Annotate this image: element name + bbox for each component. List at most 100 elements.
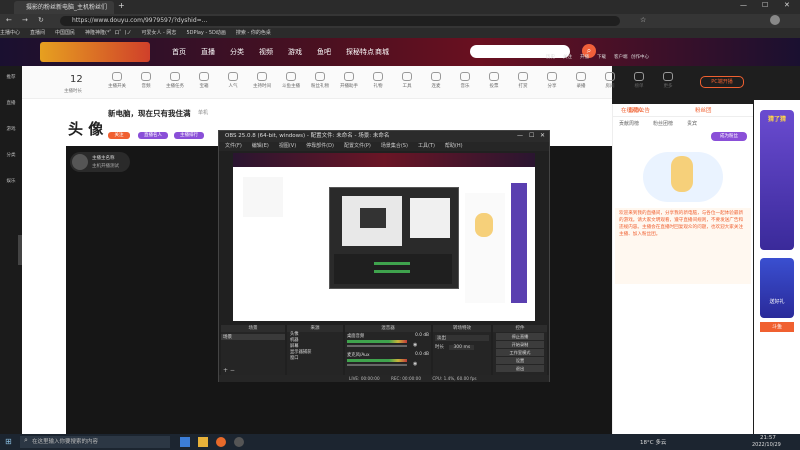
minimize-icon[interactable]: — [740,1,747,9]
obs-menu-item[interactable]: 停靠部件(D) [306,143,334,149]
control-button[interactable]: 开始录制 [496,341,544,348]
toolbar-item[interactable]: 礼物 [363,72,393,89]
toolbar-item[interactable]: 分享 [537,72,567,89]
obs-menu-item[interactable]: 文件(F) [225,143,242,149]
duration-input[interactable]: 300 ms [449,345,475,350]
nav-item[interactable]: 直播 [201,47,215,57]
tag-badge[interactable]: 主播排行 [174,132,204,139]
scene-add-icon[interactable]: + − [223,367,235,374]
obs-menu-item[interactable]: 视图(V) [279,143,296,149]
reload-icon[interactable]: ↻ [38,16,44,24]
toolbar-item[interactable]: 连麦 [421,72,451,89]
speaker-icon[interactable]: ◉ [413,361,417,367]
ad-banner[interactable]: 猜了猜 [760,110,794,250]
toolbar-item[interactable]: 投票 [479,72,509,89]
obs-preview[interactable] [233,153,535,321]
close-icon[interactable]: ✕ [784,1,790,9]
obs-menu-item[interactable]: 场景集合(S) [381,143,408,149]
obs-minimize-icon[interactable]: — [517,132,523,139]
favorites-icon[interactable]: ☆ [640,16,646,24]
obs-menu-item[interactable]: 编辑(E) [252,143,269,149]
toolbar-item[interactable]: 更多 [653,72,683,89]
obs-window[interactable]: OBS 25.0.8 (64-bit, windows) - 配置文件: 未命名… [218,130,550,382]
tag-badge[interactable]: 直播名人 [138,132,168,139]
sidebar-item[interactable]: 娱乐 [3,178,19,184]
bookmark-item[interactable]: 主播中心 [0,30,20,36]
explorer-icon[interactable] [180,437,190,447]
obs-menu-item[interactable]: 配置文件(P) [344,143,371,149]
start-icon[interactable]: ⊞ [5,437,12,446]
obs-icon[interactable] [234,437,244,447]
pc-live-button[interactable]: PC端开播 [700,76,744,88]
nav-item[interactable]: 首页 [172,47,186,57]
ad-banner-2[interactable]: 送好礼 [760,258,794,318]
clock-date[interactable]: 2022/10/29 [752,442,781,448]
transition-select[interactable]: 淡出 [435,335,489,341]
toolbar-item[interactable]: 粉丝礼物 [305,72,335,89]
url-input[interactable]: https://www.douyu.com/9979597/?dyshid=..… [60,16,620,26]
bookmark-item[interactable]: 可爱女人 - 网志 [141,30,176,36]
control-button[interactable]: 设置 [496,357,544,364]
obs-close-icon[interactable]: ✕ [540,132,545,139]
sidebar-item[interactable]: 直播 [3,100,19,106]
forward-icon[interactable]: → [22,16,28,24]
header-link[interactable]: 开播 [580,54,589,60]
scene-item[interactable]: 场景 [221,334,285,340]
taskbar-search[interactable]: 在这里输入你要搜索的内容 [20,436,170,448]
header-link[interactable]: 关注 [563,54,572,60]
toolbar-item[interactable]: 房间 [595,72,625,89]
toolbar-item[interactable]: 人气 [218,72,248,89]
maximize-icon[interactable]: ☐ [762,1,768,9]
nav-item[interactable]: 分类 [230,47,244,57]
browser-tab[interactable]: 摄影的粉丝新电脑_主机粉丝们 [14,1,114,14]
toolbar-item[interactable]: 主播开关 [102,72,132,89]
rank-fans[interactable]: 粉丝团榜 [653,120,673,127]
nav-item[interactable]: 视频 [259,47,273,57]
volume-slider[interactable] [347,364,407,366]
nav-item[interactable]: 鱼吧 [317,47,331,57]
tab-fans[interactable]: 粉丝团 [695,106,712,114]
ad-tag[interactable]: 斗鱼 [760,322,794,332]
volume-slider[interactable] [347,345,407,347]
toolbar-item[interactable]: 榜单 [624,72,654,89]
control-button[interactable]: 工作室模式 [496,349,544,356]
header-link[interactable]: 下载 [597,54,606,60]
nav-item[interactable]: 探秘特点 [346,47,374,57]
toolbar-item[interactable]: 音频 [131,72,161,89]
clock-time[interactable]: 21:57 [760,435,776,441]
toolbar-item[interactable]: 工具 [392,72,422,89]
profile-avatar[interactable] [770,15,780,25]
browser-icon[interactable] [216,437,226,447]
folder-icon[interactable] [198,437,208,447]
obs-maximize-icon[interactable]: ☐ [529,132,534,139]
toolbar-item[interactable]: 主持时间 [247,72,277,89]
site-logo[interactable] [40,42,150,62]
search-input[interactable] [470,45,570,58]
toolbar-item[interactable]: 主播任务 [160,72,190,89]
bookmark-item[interactable]: 搜索 - 你的色桌 [236,30,271,36]
toolbar-item[interactable]: 斗鱼主播 [276,72,306,89]
nav-item[interactable]: 商城 [375,47,389,57]
weather-text[interactable]: 18°C 多云 [640,438,666,446]
room-category[interactable]: 单机 [198,109,208,116]
header-link[interactable]: 创作中心 [631,54,649,60]
obs-menu-item[interactable]: 工具(T) [418,143,435,149]
sidebar-item[interactable]: 推荐 [3,74,19,80]
speaker-icon[interactable]: ◉ [413,342,417,348]
header-link[interactable]: 历史 [546,54,555,60]
new-tab-icon[interactable]: + [118,1,125,10]
join-fans-button[interactable]: 成为粉丝 [711,132,747,141]
toolbar-item[interactable]: 宝箱 [189,72,219,89]
follow-button[interactable]: 关注 [108,132,130,139]
control-button[interactable]: 退出 [496,365,544,372]
toolbar-item[interactable]: 打赏 [508,72,538,89]
sidebar-item[interactable]: 分类 [3,152,19,158]
bookmark-item[interactable]: 神隆神隆(*゜ロ゜)ノ [85,30,131,36]
bookmark-item[interactable]: 5DPlay - 5D动画 [186,30,225,36]
header-link[interactable]: 客户端 [614,54,628,60]
streamer-card[interactable]: 主播主名称 主机开播测试 [70,152,130,172]
source-item[interactable]: 窗口 [287,356,343,362]
rank-vip[interactable]: 贵宾 [687,120,697,127]
bookmark-item[interactable]: 中国国民 [55,30,75,36]
toolbar-item[interactable]: 开播助手 [334,72,364,89]
